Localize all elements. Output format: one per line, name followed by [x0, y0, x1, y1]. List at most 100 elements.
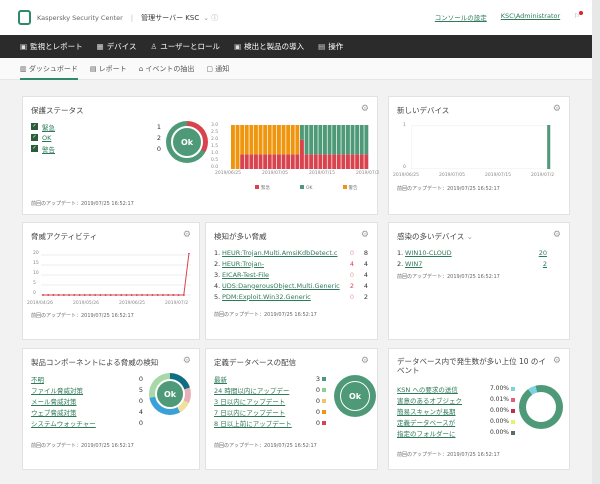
gear-icon[interactable]: ⚙: [553, 230, 561, 240]
x-tick: 2019/07/2: [531, 173, 555, 178]
gear-icon[interactable]: ⚙: [553, 104, 561, 114]
event-link[interactable]: 定義データベースが: [397, 417, 473, 427]
component-link[interactable]: ファイル脅威対策: [31, 385, 83, 395]
threat-link[interactable]: PDM:Exploit.Win32.Generic: [222, 293, 340, 301]
component-link[interactable]: システムウォッチャー: [31, 418, 96, 428]
nav-monitoring[interactable]: ▣ 監視とレポート: [20, 41, 83, 52]
component-link[interactable]: 不明: [31, 374, 44, 384]
tab-notifications[interactable]: ▢ 通知: [206, 64, 229, 74]
bar-ok: [309, 125, 314, 155]
gear-icon[interactable]: ⚙: [183, 230, 191, 240]
checkbox-critical[interactable]: ✓: [31, 123, 38, 130]
threat-link[interactable]: EICAR-Test-File: [222, 271, 340, 279]
checkbox-ok[interactable]: ✓: [31, 134, 38, 141]
list-item: 害意のあるオブジェク 0.01%: [397, 394, 515, 405]
component-count: 0: [138, 396, 143, 405]
legend-dot: [322, 420, 326, 425]
y-tick: 1.5: [211, 144, 219, 149]
device-count[interactable]: 2: [543, 260, 547, 268]
tab-event-selection[interactable]: ⌂ イベントの抽出: [139, 64, 195, 74]
chevron-down-icon[interactable]: ⌄ ⓘ: [203, 13, 218, 23]
event-link[interactable]: KSN への要求の送信: [397, 384, 473, 394]
status-link[interactable]: 警告: [42, 144, 55, 154]
list-item: 3. EICAR-Test-File 0 4: [214, 269, 372, 280]
count-new: 0: [349, 248, 354, 257]
top-threats-widget: 検知が多い脅威 ⚙ 1. HEUR:Trojan.Multi.AmsiKdbDet…: [205, 222, 378, 340]
data-point: [57, 294, 60, 296]
nav-label: デバイス: [106, 42, 137, 51]
server-selector[interactable]: 管理サーバー KSC: [141, 13, 199, 23]
nav-devices[interactable]: ▦ デバイス: [97, 41, 137, 52]
bar-ok: [364, 125, 369, 155]
notifications-flag-icon[interactable]: ⚐: [574, 11, 583, 22]
x-tick: 2019/06/25: [393, 173, 419, 178]
list-item: 最新 3: [214, 373, 326, 384]
bar-warning: [263, 125, 268, 155]
device-link[interactable]: WIN7: [405, 260, 422, 268]
data-point: [94, 294, 97, 296]
gear-icon[interactable]: ⚙: [553, 356, 561, 366]
component-link[interactable]: ウェブ脅威対策: [31, 407, 77, 417]
new-devices-chart: [411, 125, 551, 169]
list-item: 簡易スキャンが長期 0.00%: [397, 405, 515, 416]
bar-warning: [295, 125, 300, 155]
event-percent: 0.00%: [489, 407, 509, 414]
nav-discovery[interactable]: ▣ 検出と製品の導入: [234, 41, 304, 52]
gear-icon[interactable]: ⚙: [361, 356, 369, 366]
device-link[interactable]: WIN10-CLOUD: [405, 249, 452, 257]
nav-users[interactable]: ♙ ユーザーとロール: [150, 41, 220, 52]
bar-critical: [304, 154, 309, 169]
tab-dashboard[interactable]: ▥ ダッシュボード: [20, 64, 78, 80]
gear-icon[interactable]: ⚙: [183, 356, 191, 366]
list-item: 1. HEUR:Trojan.Multi.AmsiKdbDetect.c 0 8: [214, 247, 372, 258]
tab-reports[interactable]: ▤ レポート: [90, 64, 127, 74]
bar-ok: [332, 125, 337, 155]
donut-label: Ok: [340, 381, 370, 411]
gear-icon[interactable]: ⚙: [361, 104, 369, 114]
database-link[interactable]: 8 日以上前にアップデート: [214, 418, 292, 428]
threat-link[interactable]: UDS:DangerousObject.Multi.Generic: [222, 282, 340, 290]
scrollbar[interactable]: [592, 0, 600, 484]
status-link[interactable]: OK: [42, 134, 51, 142]
console-settings-link[interactable]: コンソールの設定: [435, 12, 487, 22]
y-tick: 1.0: [211, 151, 219, 156]
database-link[interactable]: 7 日以内にアップデート: [214, 407, 285, 417]
checkbox-warning[interactable]: ✓: [31, 145, 38, 152]
count-new: 4: [349, 259, 354, 268]
database-link[interactable]: 3 日以内にアップデート: [214, 396, 285, 406]
threat-link[interactable]: HEUR:Trojan-: [222, 260, 340, 268]
y-tick: 5: [33, 281, 36, 286]
last-update: 前回のアップデート：2019/07/25 16:52:17: [214, 443, 317, 449]
event-link[interactable]: 害意のあるオブジェク: [397, 395, 473, 405]
data-point: [120, 294, 123, 296]
bar-critical: [290, 154, 295, 169]
x-tick: 2019/07/2: [165, 301, 189, 306]
device-count[interactable]: 20: [539, 249, 547, 257]
event-link[interactable]: 簡易スキャンが長期: [397, 406, 473, 416]
widget-title: データベース内で発生数が多い上位 10 のイベント: [397, 357, 546, 375]
data-point: [141, 294, 144, 296]
database-link[interactable]: 24 時間以内にアップデー: [214, 385, 289, 395]
database-link[interactable]: 最新: [214, 374, 227, 384]
bar-ok: [313, 125, 318, 155]
status-link[interactable]: 緊急: [42, 122, 55, 132]
count-new: 0: [349, 292, 354, 301]
bar-critical: [249, 154, 254, 169]
widget-title: 新しいデバイス: [397, 106, 450, 115]
database-count: 0: [315, 385, 320, 394]
user-menu[interactable]: KSC\Administrator: [501, 12, 560, 22]
y-tick: 0.5: [211, 158, 219, 163]
event-link[interactable]: 指定のフォルダーに: [397, 428, 473, 438]
rank: 1.: [397, 248, 404, 257]
nav-operations[interactable]: ▤ 操作: [318, 41, 343, 52]
legend-ok: OK: [298, 185, 313, 191]
gear-icon[interactable]: ⚙: [361, 230, 369, 240]
protection-bar-chart: [231, 125, 369, 169]
bar-critical: [267, 154, 272, 169]
threat-link[interactable]: HEUR:Trojan.Multi.AmsiKdbDetect.c: [222, 249, 340, 257]
main-nav: ▣ 監視とレポート ▦ デバイス ♙ ユーザーとロール ▣ 検出と製品の導入 ▤ 操作: [0, 35, 592, 58]
data-point: [88, 294, 91, 296]
list-item: 指定のフォルダーに 0.00%: [397, 427, 515, 438]
data-point: [156, 294, 159, 296]
component-link[interactable]: メール脅威対策: [31, 396, 77, 406]
